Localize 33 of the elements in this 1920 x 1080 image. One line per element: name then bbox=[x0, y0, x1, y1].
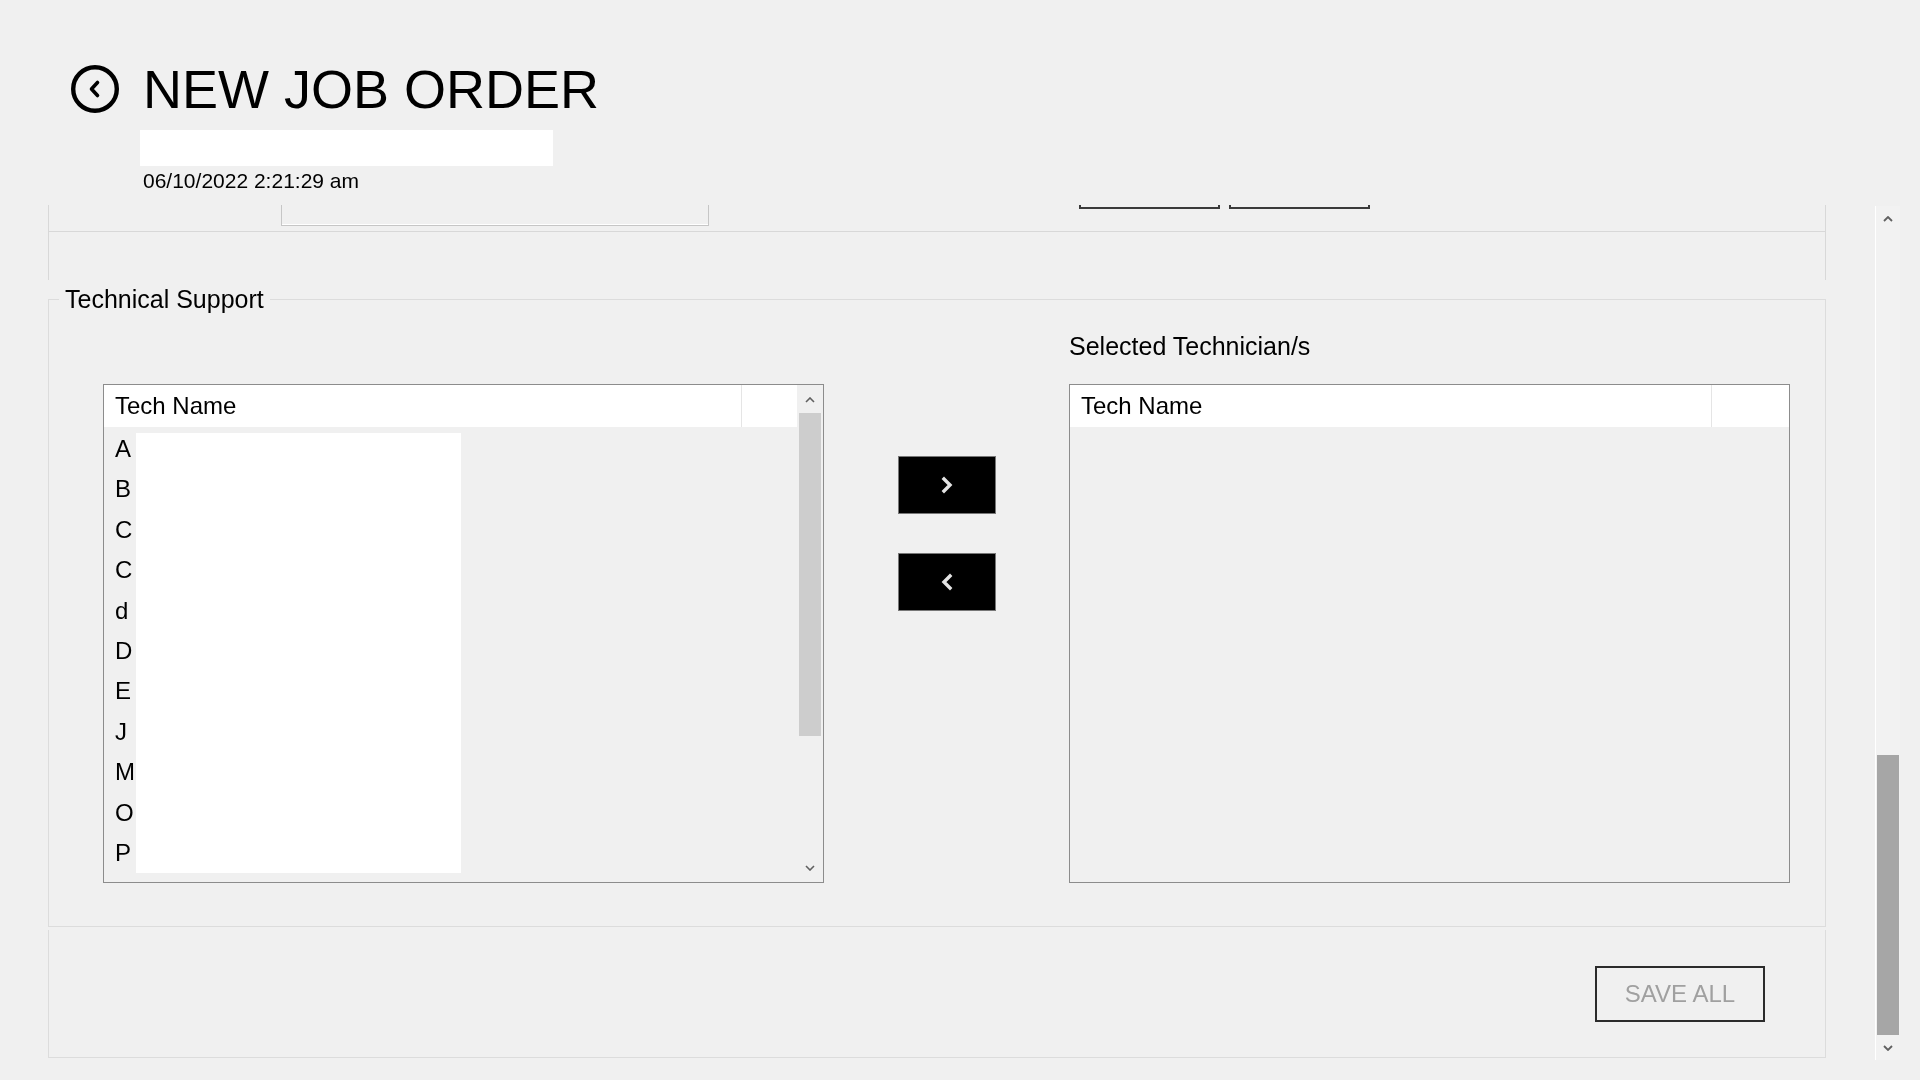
caret-up-icon[interactable] bbox=[1883, 216, 1893, 222]
column-header[interactable]: Tech Name bbox=[104, 385, 742, 427]
scrollbar-thumb[interactable] bbox=[799, 413, 821, 736]
list-item[interactable]: M bbox=[115, 752, 135, 793]
technician-list[interactable]: Tech Name bbox=[1069, 384, 1790, 883]
list-item[interactable]: C bbox=[115, 509, 133, 551]
list-label: Selected Technician/s bbox=[1069, 331, 1311, 361]
list-item[interactable]: P bbox=[115, 832, 131, 874]
list-item[interactable]: A bbox=[115, 429, 131, 470]
clipped-button[interactable] bbox=[1079, 205, 1220, 209]
timestamp: 06/10/2022 2:21:29 am bbox=[143, 169, 359, 193]
move-left-button[interactable] bbox=[898, 553, 996, 611]
clipped-button[interactable] bbox=[1229, 205, 1370, 209]
list-item[interactable]: J bbox=[115, 711, 127, 753]
list-item[interactable]: E bbox=[115, 671, 131, 712]
page-title: NEW JOB ORDER bbox=[143, 65, 600, 113]
column-header[interactable]: Tech Name bbox=[1070, 385, 1712, 427]
text-field[interactable] bbox=[281, 205, 709, 226]
chevron-left-icon bbox=[941, 573, 953, 591]
move-right-button[interactable] bbox=[898, 456, 996, 514]
technician-list[interactable]: Tech Name A B C C d D E J M O P bbox=[103, 384, 824, 883]
list-item[interactable]: C bbox=[115, 550, 133, 591]
list-item[interactable]: d bbox=[115, 590, 129, 631]
back-icon[interactable] bbox=[71, 65, 119, 113]
list-item[interactable]: D bbox=[115, 630, 133, 672]
scrollbar-thumb[interactable] bbox=[1877, 755, 1899, 1035]
caret-down-icon[interactable] bbox=[805, 865, 815, 871]
caret-up-icon[interactable] bbox=[805, 397, 815, 403]
list-item[interactable]: B bbox=[115, 469, 131, 510]
chevron-right-icon bbox=[941, 476, 953, 494]
caret-down-icon[interactable] bbox=[1883, 1045, 1893, 1051]
list-item[interactable]: O bbox=[115, 792, 134, 833]
group-title: Technical Support bbox=[64, 284, 265, 314]
